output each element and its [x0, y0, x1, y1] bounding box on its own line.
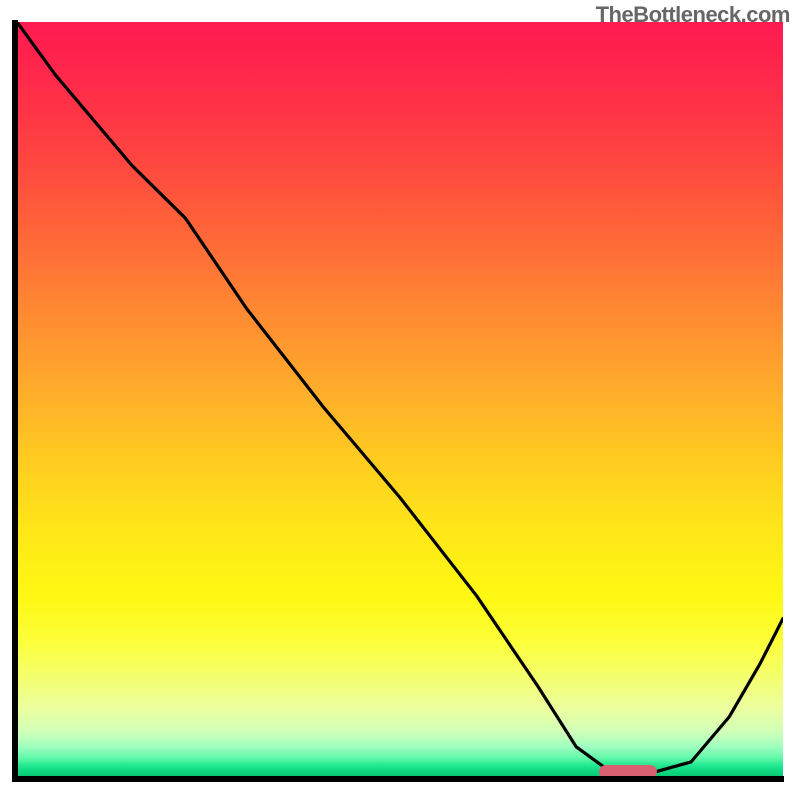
- curve-layer: [17, 22, 783, 777]
- x-axis: [12, 776, 784, 782]
- y-axis: [12, 20, 18, 780]
- bottleneck-curve-path: [17, 22, 783, 775]
- plot-area: [17, 22, 783, 777]
- bottleneck-chart: TheBottleneck.com: [0, 0, 800, 800]
